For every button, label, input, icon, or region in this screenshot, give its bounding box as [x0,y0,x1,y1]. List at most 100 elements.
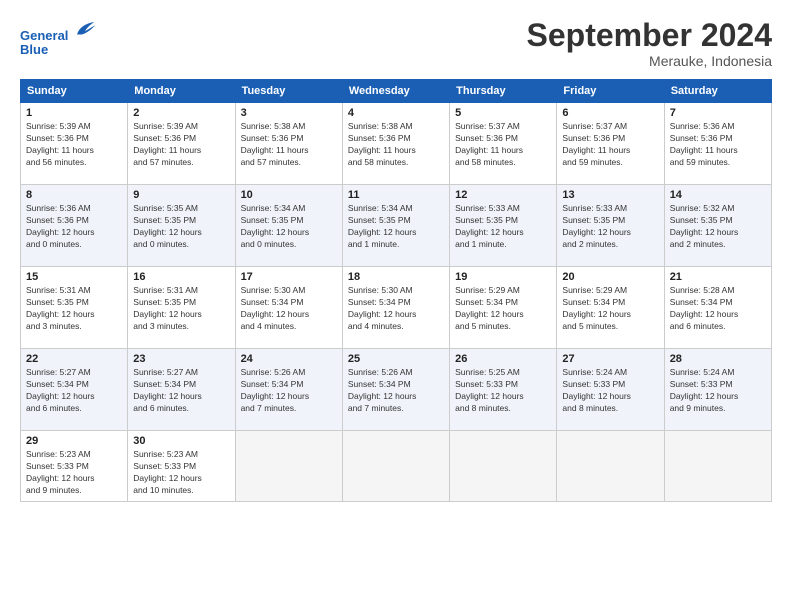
calendar-cell: 9 Sunrise: 5:35 AM Sunset: 5:35 PM Daylig… [128,185,235,267]
day-number: 12 [455,189,551,201]
day-number: 27 [562,353,658,365]
calendar-cell: 10Sunrise: 5:34 AM Sunset: 5:35 PM Dayli… [235,185,342,267]
day-number: 22 [26,353,122,365]
day-number: 14 [670,189,766,201]
day-info: Sunrise: 5:34 AM Sunset: 5:35 PM Dayligh… [348,203,444,251]
page-header: General Blue September 2024 Merauke, Ind… [20,18,772,69]
calendar-cell: 16 Sunrise: 5:31 AM Sunset: 5:35 PM Dayli… [128,267,235,349]
title-block: September 2024 Merauke, Indonesia [527,18,772,69]
calendar-cell [450,431,557,502]
day-number: 17 [241,271,337,283]
day-number: 15 [26,271,122,283]
day-info: Sunrise: 5:28 AM Sunset: 5:34 PM Dayligh… [670,285,766,333]
calendar-cell: 4 Sunrise: 5:38 AM Sunset: 5:36 PM Daylig… [342,103,449,185]
day-number: 3 [241,107,337,119]
calendar-cell: 8Sunrise: 5:36 AM Sunset: 5:36 PM Daylig… [21,185,128,267]
calendar-cell: 30 Sunrise: 5:23 AM Sunset: 5:33 PM Dayli… [128,431,235,502]
calendar-cell: 6 Sunrise: 5:37 AM Sunset: 5:36 PM Daylig… [557,103,664,185]
calendar-cell: 2 Sunrise: 5:39 AM Sunset: 5:36 PM Daylig… [128,103,235,185]
day-info: Sunrise: 5:39 AM Sunset: 5:36 PM Dayligh… [26,121,122,169]
day-number: 13 [562,189,658,201]
calendar-cell: 20 Sunrise: 5:29 AM Sunset: 5:34 PM Dayli… [557,267,664,349]
day-number: 25 [348,353,444,365]
calendar-week-row: 8Sunrise: 5:36 AM Sunset: 5:36 PM Daylig… [21,185,772,267]
calendar-cell: 14 Sunrise: 5:32 AM Sunset: 5:35 PM Dayli… [664,185,771,267]
day-info: Sunrise: 5:33 AM Sunset: 5:35 PM Dayligh… [455,203,551,251]
logo-text: General [20,18,96,43]
calendar-week-row: 29 Sunrise: 5:23 AM Sunset: 5:33 PM Dayli… [21,431,772,502]
col-tuesday: Tuesday [235,80,342,103]
calendar-week-row: 22 Sunrise: 5:27 AM Sunset: 5:34 PM Dayli… [21,349,772,431]
day-number: 21 [670,271,766,283]
day-info: Sunrise: 5:39 AM Sunset: 5:36 PM Dayligh… [133,121,229,169]
day-info: Sunrise: 5:24 AM Sunset: 5:33 PM Dayligh… [670,367,766,415]
day-number: 5 [455,107,551,119]
calendar-cell [342,431,449,502]
day-info: Sunrise: 5:37 AM Sunset: 5:36 PM Dayligh… [562,121,658,169]
location-subtitle: Merauke, Indonesia [527,53,772,69]
col-wednesday: Wednesday [342,80,449,103]
day-info: Sunrise: 5:31 AM Sunset: 5:35 PM Dayligh… [26,285,122,333]
day-info: Sunrise: 5:23 AM Sunset: 5:33 PM Dayligh… [26,449,122,497]
day-number: 10 [241,189,337,201]
day-info: Sunrise: 5:23 AM Sunset: 5:33 PM Dayligh… [133,449,229,497]
calendar-cell [235,431,342,502]
day-number: 20 [562,271,658,283]
calendar-cell: 23Sunrise: 5:27 AM Sunset: 5:34 PM Dayli… [128,349,235,431]
day-number: 6 [562,107,658,119]
day-number: 8 [26,189,122,201]
day-number: 23 [133,353,229,365]
col-friday: Friday [557,80,664,103]
calendar-cell: 21 Sunrise: 5:28 AM Sunset: 5:34 PM Dayli… [664,267,771,349]
day-info: Sunrise: 5:27 AM Sunset: 5:34 PM Dayligh… [26,367,122,415]
calendar-cell: 18 Sunrise: 5:30 AM Sunset: 5:34 PM Dayli… [342,267,449,349]
calendar-cell: 7 Sunrise: 5:36 AM Sunset: 5:36 PM Daylig… [664,103,771,185]
calendar-cell: 3Sunrise: 5:38 AM Sunset: 5:36 PM Daylig… [235,103,342,185]
day-number: 7 [670,107,766,119]
logo-bird-icon [74,18,96,40]
day-info: Sunrise: 5:30 AM Sunset: 5:34 PM Dayligh… [348,285,444,333]
calendar-cell: 27Sunrise: 5:24 AM Sunset: 5:33 PM Dayli… [557,349,664,431]
col-monday: Monday [128,80,235,103]
day-number: 1 [26,107,122,119]
day-info: Sunrise: 5:35 AM Sunset: 5:35 PM Dayligh… [133,203,229,251]
calendar-table: Sunday Monday Tuesday Wednesday Thursday… [20,79,772,502]
calendar-cell: 25 Sunrise: 5:26 AM Sunset: 5:34 PM Dayli… [342,349,449,431]
calendar-cell: 22 Sunrise: 5:27 AM Sunset: 5:34 PM Dayli… [21,349,128,431]
day-number: 19 [455,271,551,283]
calendar-week-row: 1 Sunrise: 5:39 AM Sunset: 5:36 PM Daylig… [21,103,772,185]
col-sunday: Sunday [21,80,128,103]
day-info: Sunrise: 5:32 AM Sunset: 5:35 PM Dayligh… [670,203,766,251]
day-info: Sunrise: 5:26 AM Sunset: 5:34 PM Dayligh… [241,367,337,415]
day-number: 30 [133,435,229,447]
day-info: Sunrise: 5:25 AM Sunset: 5:33 PM Dayligh… [455,367,551,415]
day-number: 18 [348,271,444,283]
day-info: Sunrise: 5:29 AM Sunset: 5:34 PM Dayligh… [562,285,658,333]
calendar-cell: 11Sunrise: 5:34 AM Sunset: 5:35 PM Dayli… [342,185,449,267]
calendar-cell: 29 Sunrise: 5:23 AM Sunset: 5:33 PM Dayli… [21,431,128,502]
calendar-week-row: 15 Sunrise: 5:31 AM Sunset: 5:35 PM Dayli… [21,267,772,349]
day-number: 28 [670,353,766,365]
day-info: Sunrise: 5:33 AM Sunset: 5:35 PM Dayligh… [562,203,658,251]
day-number: 16 [133,271,229,283]
logo: General Blue [20,18,96,58]
day-number: 4 [348,107,444,119]
day-number: 26 [455,353,551,365]
day-info: Sunrise: 5:38 AM Sunset: 5:36 PM Dayligh… [348,121,444,169]
day-number: 2 [133,107,229,119]
day-number: 29 [26,435,122,447]
day-info: Sunrise: 5:31 AM Sunset: 5:35 PM Dayligh… [133,285,229,333]
calendar-cell [664,431,771,502]
day-info: Sunrise: 5:26 AM Sunset: 5:34 PM Dayligh… [348,367,444,415]
calendar-cell: 13 Sunrise: 5:33 AM Sunset: 5:35 PM Dayli… [557,185,664,267]
calendar-cell: 12 Sunrise: 5:33 AM Sunset: 5:35 PM Dayli… [450,185,557,267]
day-info: Sunrise: 5:29 AM Sunset: 5:34 PM Dayligh… [455,285,551,333]
day-info: Sunrise: 5:37 AM Sunset: 5:36 PM Dayligh… [455,121,551,169]
day-info: Sunrise: 5:36 AM Sunset: 5:36 PM Dayligh… [670,121,766,169]
col-saturday: Saturday [664,80,771,103]
calendar-cell: 19 Sunrise: 5:29 AM Sunset: 5:34 PM Dayli… [450,267,557,349]
day-number: 24 [241,353,337,365]
calendar-cell: 15 Sunrise: 5:31 AM Sunset: 5:35 PM Dayli… [21,267,128,349]
day-number: 9 [133,189,229,201]
calendar-cell: 1 Sunrise: 5:39 AM Sunset: 5:36 PM Daylig… [21,103,128,185]
